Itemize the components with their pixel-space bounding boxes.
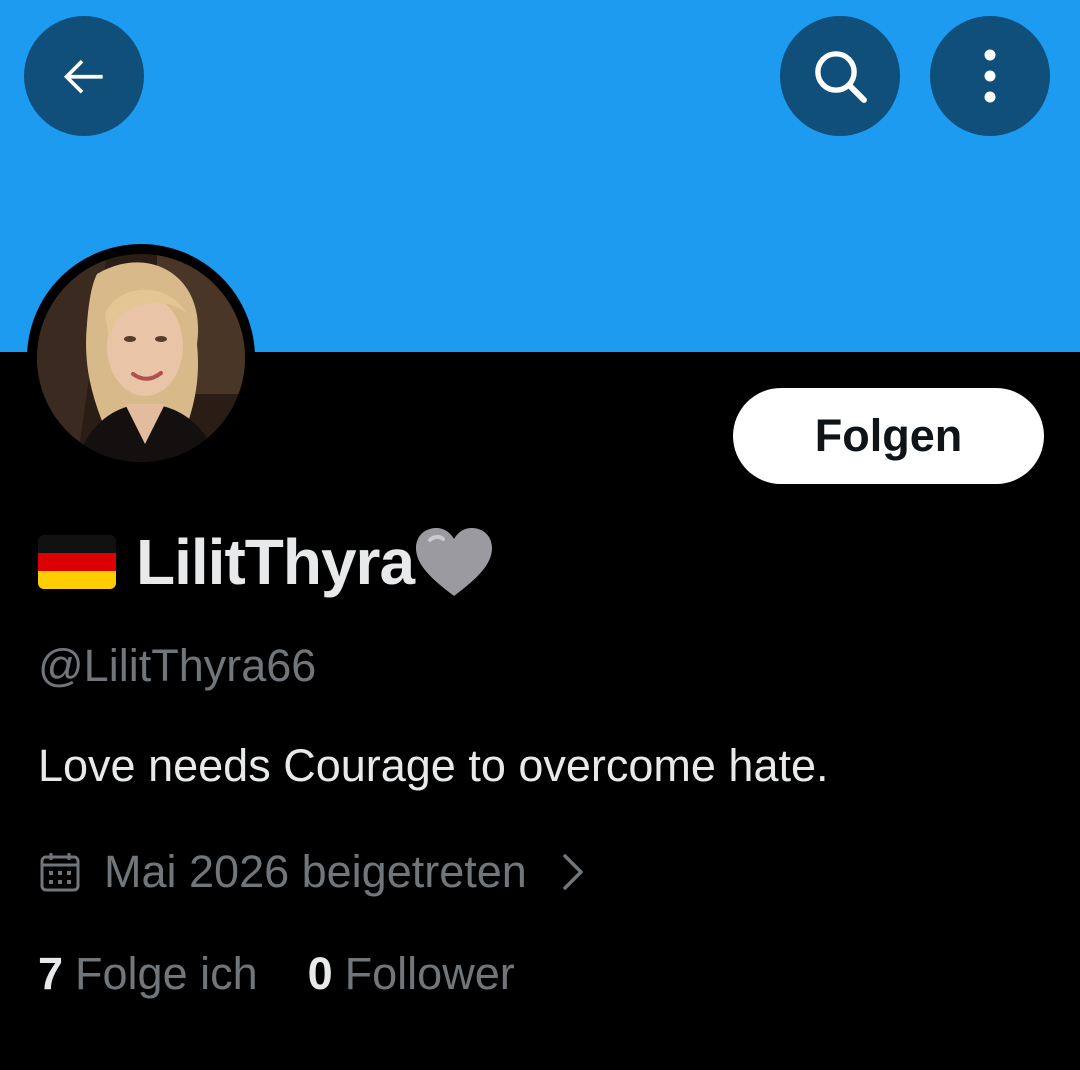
more-options-button[interactable] <box>930 16 1050 136</box>
user-handle: @LilitThyra66 <box>38 640 317 691</box>
joined-date-text: Mai 2026 beigetreten <box>104 846 527 897</box>
search-button[interactable] <box>780 16 900 136</box>
following-label: Folge ich <box>75 948 258 999</box>
followers-stat[interactable]: 0 Follower <box>308 948 515 1000</box>
followers-count: 0 <box>307 948 333 999</box>
avatar-photo <box>37 254 245 462</box>
calendar-icon <box>38 850 82 894</box>
profile-page: Folgen LilitThyra @LilitThyra66 Love nee… <box>0 0 1080 1070</box>
chevron-right-icon <box>557 850 587 894</box>
grey-heart-icon <box>412 524 496 600</box>
germany-flag-icon <box>38 535 116 589</box>
display-name-row: LilitThyra <box>38 522 496 602</box>
following-stat[interactable]: 7 Folge ich <box>38 948 258 1000</box>
following-count: 7 <box>38 948 64 999</box>
back-button[interactable] <box>24 16 144 136</box>
follow-button[interactable]: Folgen <box>733 388 1044 484</box>
followers-label: Follower <box>344 948 515 999</box>
avatar[interactable] <box>37 254 245 462</box>
display-name: LilitThyra <box>136 526 415 598</box>
search-icon <box>808 44 872 108</box>
joined-date-row[interactable]: Mai 2026 beigetreten <box>38 840 587 904</box>
follow-stats: 7 Folge ich 0 Follower <box>38 942 515 1006</box>
arrow-left-icon <box>56 48 112 104</box>
bio-text: Love needs Courage to overcome hate. <box>38 740 829 791</box>
more-vertical-icon <box>980 46 1000 106</box>
